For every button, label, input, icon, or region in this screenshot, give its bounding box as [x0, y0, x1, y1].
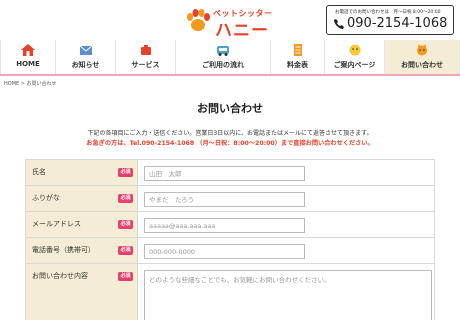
field-label-cell: 氏名 必須 — [25, 160, 138, 185]
page-title: お問い合わせ — [197, 102, 263, 115]
field-input-cell — [138, 264, 435, 320]
global-nav: HOME お知らせ サービス ご利用の流れ 料金表 ご案内ページ お問い合わせ — [0, 40, 460, 76]
field-input-cell — [138, 186, 435, 211]
inquiry-textarea[interactable] — [144, 270, 432, 320]
field-input-cell — [138, 160, 435, 185]
home-icon — [21, 44, 35, 56]
field-label-cell: メールアドレス 必須 — [25, 212, 138, 237]
logo-title: ハニー — [215, 21, 269, 41]
furigana-input[interactable] — [144, 192, 305, 207]
service-icon — [140, 45, 151, 55]
nav-item-news[interactable]: お知らせ — [56, 40, 116, 74]
required-badge: 必須 — [118, 194, 133, 203]
nav-item-home[interactable]: HOME — [0, 40, 56, 74]
field-label: 電話番号（携帯可） — [32, 246, 95, 254]
required-badge: 必須 — [118, 168, 133, 177]
field-label: ふりがな — [32, 194, 60, 202]
form-row-email: メールアドレス 必須 — [25, 212, 435, 238]
field-label-cell: 電話番号（携帯可） 必須 — [25, 238, 138, 263]
field-label: メールアドレス — [32, 220, 81, 228]
nav-label: 料金表 — [287, 61, 308, 69]
required-badge: 必須 — [118, 272, 133, 281]
nav-label: お知らせ — [71, 61, 100, 69]
mail-icon — [79, 45, 92, 55]
contact-form: 氏名 必須 ふりがな 必須 メールアドレス 必須 電話番号（携帯可） 必須 — [25, 159, 435, 320]
form-row-phone: 電話番号（携帯可） 必須 — [25, 238, 435, 264]
field-label-cell: ふりがな 必須 — [25, 186, 138, 211]
price-list-icon — [293, 44, 302, 56]
field-input-cell — [138, 212, 435, 237]
phone-hours-note: お電話でのお問い合わせは 月〜日祝 8:00〜20:00 — [335, 10, 441, 15]
field-label: 氏名 — [32, 168, 46, 176]
form-row-name: 氏名 必須 — [25, 160, 435, 186]
nav-item-guide[interactable]: ご案内ページ — [325, 40, 385, 74]
phone-input[interactable] — [144, 244, 305, 259]
site-logo[interactable]: ペットシッター ハニー — [185, 6, 285, 41]
nav-item-flow[interactable]: ご利用の流れ — [176, 40, 271, 74]
breadcrumb: HOME > お問い合わせ — [4, 81, 57, 87]
guide-icon — [349, 44, 360, 56]
nav-label: お問い合わせ — [401, 61, 443, 69]
nav-label: ご案内ページ — [333, 61, 376, 69]
required-badge: 必須 — [118, 246, 133, 255]
phone-number: 090-2154-1068 — [347, 16, 448, 31]
nav-item-price[interactable]: 料金表 — [271, 40, 325, 74]
flow-icon — [217, 46, 229, 56]
form-row-furigana: ふりがな 必須 — [25, 186, 435, 212]
contact-icon — [417, 44, 427, 56]
name-input[interactable] — [144, 166, 305, 181]
field-label-cell: お問い合わせ内容 必須 — [25, 264, 138, 320]
email-input[interactable] — [144, 218, 305, 233]
nav-item-service[interactable]: サービス — [116, 40, 176, 74]
field-label: お問い合わせ内容 — [32, 272, 88, 280]
site-header: ペットシッター ハニー お電話でのお問い合わせは 月〜日祝 8:00〜20:00… — [0, 0, 460, 41]
nav-label: HOME — [16, 60, 40, 68]
required-badge: 必須 — [118, 220, 133, 229]
paw-icon — [187, 9, 210, 31]
urgent-contact-text: お急ぎの方は、Tel.090-2154-1068 （月〜日祝：8:00〜20:0… — [86, 140, 374, 147]
nav-item-contact[interactable]: お問い合わせ — [385, 40, 460, 74]
phone-icon — [334, 19, 344, 29]
field-input-cell — [138, 238, 435, 263]
form-row-inquiry: お問い合わせ内容 必須 — [25, 264, 435, 320]
nav-label: ご利用の流れ — [202, 61, 244, 69]
nav-label: サービス — [131, 61, 160, 69]
phone-contact-box[interactable]: お電話でのお問い合わせは 月〜日祝 8:00〜20:00 090-2154-10… — [326, 5, 454, 35]
intro-text: 下記の各項目にご入力・送信ください。営業日3日以内に、お電話またはメールにて返答… — [87, 130, 373, 137]
